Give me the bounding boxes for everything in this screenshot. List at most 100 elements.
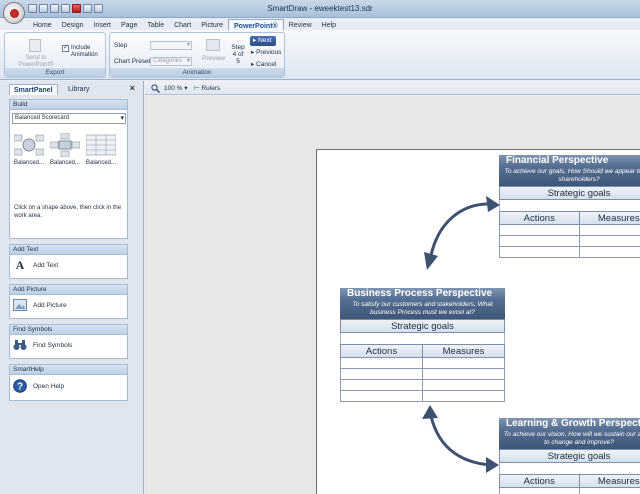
text-icon: A — [15, 257, 25, 272]
cancel-label: Cancel — [256, 61, 277, 68]
business-process-perspective-table[interactable]: Business Process Perspective To satisfy … — [340, 288, 505, 402]
open-help-button[interactable]: ? Open Help — [13, 378, 64, 394]
financial-goals: Strategic goals — [499, 186, 640, 200]
table-row — [499, 488, 640, 494]
table-row — [340, 380, 505, 391]
balanced-scorecard-shape-3[interactable] — [86, 133, 116, 157]
smart-help-section: SmartHelp ? Open Help — [9, 364, 128, 401]
window-title: SmartDraw - eweektest13.sdr — [267, 4, 373, 13]
build-section: Build Balanced Scorecard Balanced... Bal… — [9, 99, 128, 239]
learning-actions-header: Actions — [523, 476, 555, 487]
table-row — [340, 369, 505, 380]
include-animation-checkbox[interactable]: ✓ — [62, 45, 69, 52]
previous-button[interactable]: ▸ Previous — [251, 48, 281, 56]
add-text-button[interactable]: A Add Text — [13, 257, 59, 273]
balanced-scorecard-shape-2[interactable] — [50, 133, 80, 157]
financial-perspective-table[interactable]: Financial Perspective To achieve our goa… — [499, 155, 640, 258]
export-group-label: Export — [5, 68, 105, 77]
svg-text:?: ? — [17, 382, 23, 393]
upper-connector-arrow[interactable] — [412, 190, 502, 275]
include-animation-label: Include Animation — [71, 45, 98, 58]
balanced-scorecard-shape-1[interactable] — [14, 133, 44, 157]
export-group: Send to PowerPoint® ✓ Include Animation … — [4, 32, 106, 78]
close-icon[interactable]: × — [130, 83, 135, 93]
table-row — [340, 391, 505, 402]
find-symbols-button[interactable]: Find Symbols — [13, 337, 72, 353]
table-row — [340, 358, 505, 369]
send-to-powerpoint-button[interactable]: Send to PowerPoint® — [15, 55, 57, 69]
view-toolbar: 100 % ▾ ⊢ Rulers — [145, 81, 640, 95]
add-text-label: Add Text — [33, 261, 59, 269]
add-text-header: Add Text — [10, 245, 127, 255]
business-goals-space — [340, 333, 505, 344]
preview-icon — [206, 39, 220, 51]
app-logo[interactable] — [3, 2, 25, 24]
build-hint: Click on a shape above, then click in th… — [14, 205, 122, 219]
add-picture-section: Add Picture Add Picture — [9, 284, 128, 319]
step-counter: Step 4 of 5 — [231, 44, 245, 65]
step-label: Step — [114, 42, 128, 49]
smart-panel: SmartPanel Library × Build Balanced Scor… — [0, 81, 144, 494]
find-symbols-section: Find Symbols Find Symbols — [9, 324, 128, 359]
business-title: Business Process Perspective — [340, 288, 505, 299]
add-picture-label: Add Picture — [33, 301, 67, 309]
ruler-icon: ⊢ — [194, 85, 200, 92]
learning-measures-header: Measures — [578, 475, 640, 487]
find-symbols-label: Find Symbols — [33, 341, 73, 349]
preview-button[interactable]: Preview — [202, 55, 225, 62]
add-text-section: Add Text A Add Text — [9, 244, 128, 279]
learning-growth-perspective-table[interactable]: Learning & Growth Perspective To achieve… — [499, 418, 640, 494]
business-subtitle: To satisfy our customers and stakeholder… — [340, 299, 505, 319]
binoculars-icon — [13, 338, 27, 352]
title-bar: SmartDraw - eweektest13.sdr — [0, 0, 640, 18]
rulers-toggle[interactable]: ⊢ Rulers — [194, 84, 220, 92]
financial-title: Financial Perspective — [499, 155, 640, 166]
template-dropdown[interactable]: Balanced Scorecard — [12, 113, 126, 124]
add-picture-header: Add Picture — [10, 285, 127, 295]
learning-header-row: Actions Measures — [499, 474, 640, 488]
add-picture-button[interactable]: Add Picture — [13, 297, 67, 313]
financial-goals-space — [499, 200, 640, 211]
drawing-page[interactable]: Financial Perspective To achieve our goa… — [316, 149, 640, 494]
tab-smartpanel[interactable]: SmartPanel — [9, 84, 58, 95]
financial-measures-header: Measures — [578, 212, 640, 224]
animation-group-label: Animation — [110, 68, 284, 77]
ribbon: Send to PowerPoint® ✓ Include Animation … — [0, 30, 640, 80]
zoom-icon[interactable] — [151, 84, 160, 95]
step-select[interactable] — [150, 41, 192, 50]
business-goals: Strategic goals — [340, 319, 505, 333]
learning-subtitle: To achieve our vision, How will we susta… — [499, 429, 640, 449]
table-row — [499, 225, 640, 236]
table-row — [499, 236, 640, 247]
business-measures-header: Measures — [422, 345, 504, 357]
zoom-dropdown[interactable]: 100 % ▾ — [164, 84, 188, 92]
business-header-row: Actions Measures — [340, 344, 505, 358]
chart-preset-label: Chart Preset — [114, 58, 151, 65]
rulers-label: Rulers — [201, 85, 221, 92]
smart-help-header: SmartHelp — [10, 365, 127, 375]
powerpoint-icon — [29, 39, 41, 52]
shape-caption-3: Balanced... — [85, 160, 117, 166]
next-label: Next — [258, 37, 272, 44]
find-symbols-header: Find Symbols — [10, 325, 127, 335]
tab-library[interactable]: Library — [64, 84, 93, 95]
help-icon: ? — [13, 379, 27, 393]
previous-label: Previous — [256, 49, 282, 56]
business-actions-header: Actions — [365, 346, 398, 357]
work-area[interactable]: Financial Perspective To achieve our goa… — [145, 96, 640, 494]
zoom-value: 100 % — [164, 85, 183, 92]
next-button[interactable]: ▸ Next — [250, 36, 276, 46]
animation-group: Step Chart Preset Categories Preview Ste… — [109, 32, 285, 78]
build-header: Build — [10, 100, 127, 110]
chart-preset-select[interactable]: Categories — [150, 57, 192, 66]
lower-connector-arrow[interactable] — [412, 405, 502, 480]
cancel-button[interactable]: ▸ Cancel — [251, 60, 276, 68]
financial-header-row: Actions Measures — [499, 211, 640, 225]
open-help-label: Open Help — [33, 382, 65, 390]
learning-goals: Strategic goals — [499, 449, 640, 463]
financial-actions-header: Actions — [523, 213, 555, 224]
picture-icon — [13, 298, 27, 312]
learning-goals-space — [499, 463, 640, 474]
financial-subtitle: To achieve our goals, How Should we appe… — [499, 166, 640, 186]
learning-title: Learning & Growth Perspective — [499, 418, 640, 429]
